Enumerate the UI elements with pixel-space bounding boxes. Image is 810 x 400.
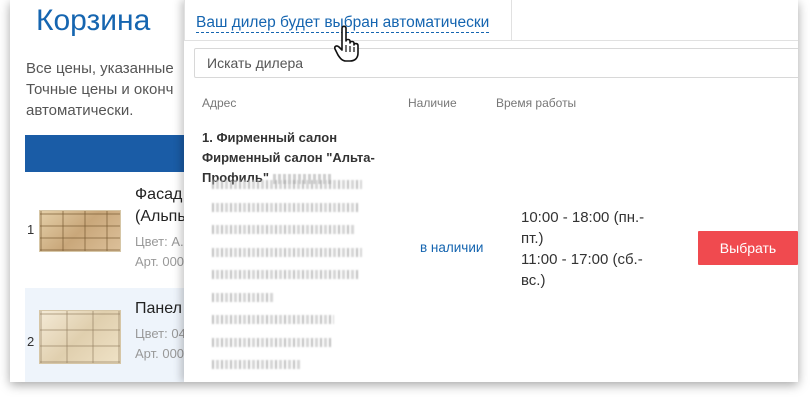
hours-line: 10:00 - 18:00 (пн.-: [521, 209, 645, 226]
redacted-line: [212, 225, 356, 234]
cart-item[interactable]: 1 Фасад (Альпь Цвет: А. Арт. 000: [25, 174, 200, 270]
item-meta: Цвет: 04 Арт. 000: [135, 324, 186, 364]
item-meta: Цвет: А. Арт. 000: [135, 232, 184, 270]
product-image[interactable]: [39, 210, 121, 252]
hours-line: пт.): [521, 230, 544, 247]
item-article: Арт. 000: [135, 254, 185, 269]
screenshot-frame: Корзина Все цены, указанные Точные цены …: [10, 0, 798, 382]
item-color: Цвет: 04: [135, 326, 186, 341]
notice-line: Точные цены и оконч: [26, 81, 174, 98]
product-image[interactable]: [39, 310, 121, 364]
redacted-line: [212, 315, 334, 324]
redacted-line: [212, 247, 362, 257]
dealer-name: 1. Фирменный салон Фирменный салон "Альт…: [202, 128, 392, 188]
select-dealer-button[interactable]: Выбрать: [698, 231, 798, 265]
item-name[interactable]: Фасад (Альпь: [135, 184, 186, 228]
cart-table-header: [25, 135, 200, 172]
item-name-line: (Альпь: [135, 208, 186, 225]
notice-line: Все цены, указанные: [26, 60, 174, 77]
hours-line: 11:00 - 17:00 (сб.-: [521, 251, 643, 268]
item-number: 2: [27, 334, 35, 349]
availability-status[interactable]: в наличии: [420, 240, 483, 255]
dealer-address-redacted: [212, 180, 362, 382]
column-header-address: Адрес: [202, 96, 237, 110]
hours-line: вс.): [521, 272, 546, 289]
dealer-name-line: 1. Фирменный салон: [202, 130, 338, 145]
item-color: Цвет: А.: [135, 234, 184, 249]
hand-pointer-icon: [334, 25, 359, 62]
tab-divider: [510, 40, 798, 41]
item-number: 1: [27, 222, 35, 237]
redacted-line: [212, 180, 362, 189]
cart-item[interactable]: 2 Панел Цвет: 04 Арт. 000: [25, 288, 200, 382]
dealer-name-line: Фирменный салон "Альта-: [202, 150, 375, 165]
notice-line: автоматически.: [26, 102, 134, 119]
item-name-line: Панел: [135, 300, 182, 317]
item-name-line: Фасад: [135, 186, 183, 203]
redacted-line: [212, 270, 360, 279]
item-article: Арт. 000: [135, 346, 185, 361]
dealer-popup: Ваш дилер будет выбран автоматически Адр…: [184, 0, 798, 382]
dealer-search-input[interactable]: [194, 48, 798, 78]
column-header-availability: Наличие: [408, 96, 457, 110]
column-header-hours: Время работы: [496, 96, 577, 110]
item-name[interactable]: Панел: [135, 298, 182, 320]
page-title: Корзина: [36, 4, 151, 37]
working-hours: 10:00 - 18:00 (пн.- пт.) 11:00 - 17:00 (…: [521, 207, 671, 291]
redacted-line: [212, 292, 274, 302]
redacted-line: [212, 360, 300, 369]
redacted-line: [212, 202, 360, 212]
price-notice: Все цены, указанные Точные цены и оконч …: [26, 58, 196, 121]
redacted-line: [212, 337, 332, 347]
